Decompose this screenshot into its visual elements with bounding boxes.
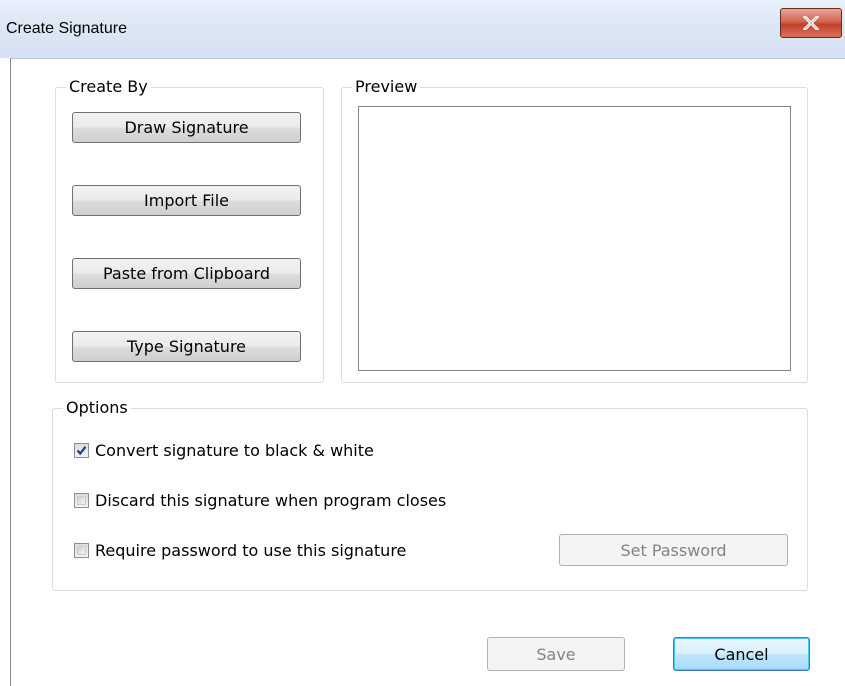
- type-signature-button[interactable]: Type Signature: [72, 331, 301, 362]
- option-discard-on-close[interactable]: Discard this signature when program clos…: [74, 490, 446, 510]
- options-legend: Options: [63, 399, 131, 417]
- dialog-frame-left: [10, 58, 11, 686]
- title-bar[interactable]: Create Signature: [0, 0, 845, 58]
- window-title: Create Signature: [6, 20, 127, 37]
- require-password-checkbox[interactable]: [74, 542, 89, 558]
- cancel-button[interactable]: Cancel: [673, 637, 810, 671]
- close-button[interactable]: [780, 8, 842, 38]
- discard-on-close-label: Discard this signature when program clos…: [95, 490, 447, 510]
- close-icon: [803, 16, 819, 30]
- create-by-legend: Create By: [66, 78, 151, 96]
- draw-signature-button[interactable]: Draw Signature: [72, 112, 301, 143]
- convert-black-white-label: Convert signature to black & white: [95, 440, 374, 460]
- require-password-label: Require password to use this signature: [95, 540, 407, 560]
- save-button[interactable]: Save: [487, 637, 625, 671]
- discard-on-close-checkbox[interactable]: [74, 492, 89, 508]
- option-convert-black-white[interactable]: Convert signature to black & white: [74, 440, 374, 460]
- dialog-frame-top: [10, 58, 845, 59]
- create-signature-dialog: Create Signature Create By Draw Signatur…: [0, 0, 845, 686]
- option-require-password[interactable]: Require password to use this signature: [74, 540, 406, 560]
- paste-from-clipboard-button[interactable]: Paste from Clipboard: [72, 258, 301, 289]
- preview-legend: Preview: [352, 78, 421, 96]
- signature-preview-area: [358, 106, 791, 371]
- convert-black-white-checkbox[interactable]: [74, 442, 89, 458]
- checkmark-icon: [76, 445, 87, 455]
- set-password-button[interactable]: Set Password: [559, 534, 788, 566]
- import-file-button[interactable]: Import File: [72, 185, 301, 216]
